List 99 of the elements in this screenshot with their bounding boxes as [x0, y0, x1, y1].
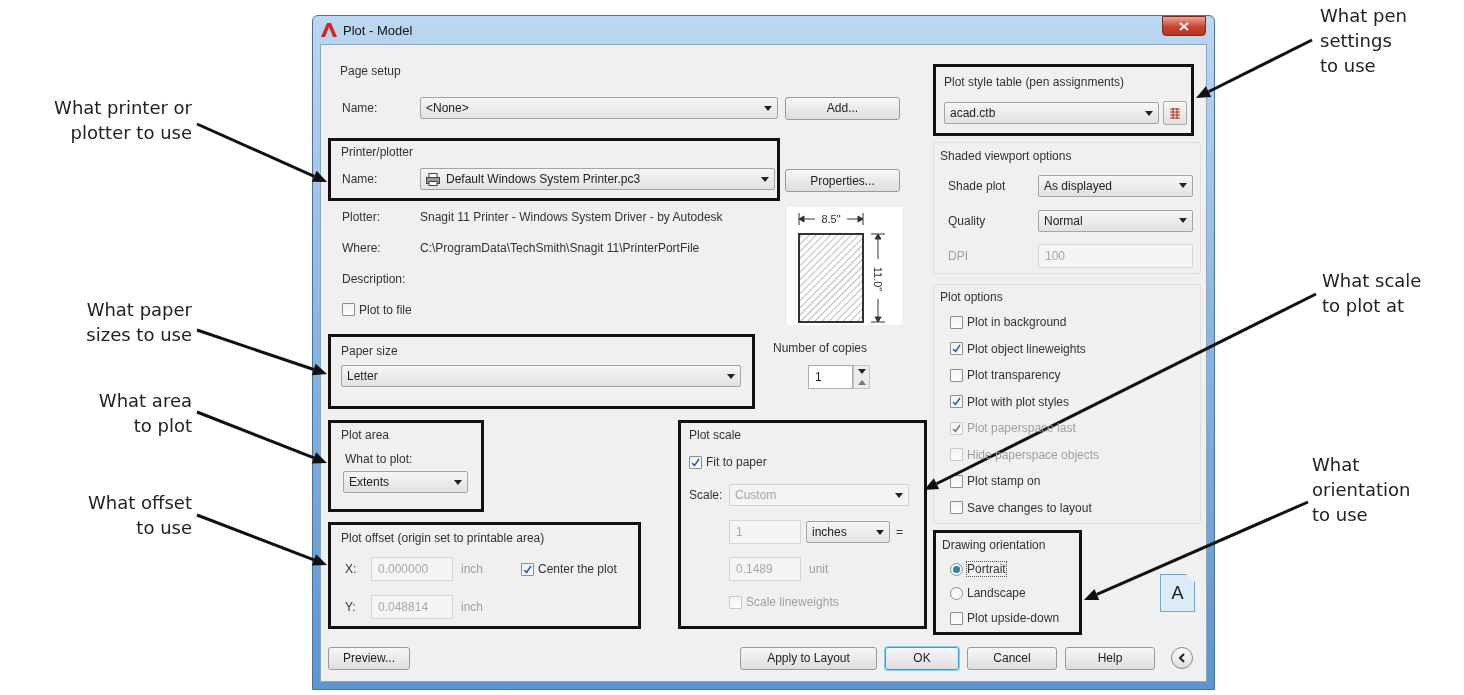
- close-button[interactable]: [1162, 16, 1206, 36]
- checkbox[interactable]: [342, 303, 355, 316]
- field-value: Snagit 11 Printer - Windows System Driver - by Autodesk: [420, 209, 723, 224]
- plot-area-select[interactable]: Extents: [343, 471, 468, 493]
- plot-style-select[interactable]: acad.ctb: [944, 102, 1159, 124]
- section-label: Printer/plotter: [340, 144, 415, 161]
- section-label: Shaded viewport options: [939, 147, 1073, 165]
- dialog-button[interactable]: Cancel: [967, 646, 1057, 670]
- caret-icon: [895, 492, 903, 498]
- caret-icon: [1179, 183, 1187, 188]
- preview-button[interactable]: Preview...: [328, 646, 410, 670]
- field-label: DPI: [948, 248, 969, 263]
- callout-text: What scale to plot at: [1322, 269, 1423, 318]
- caret-icon: [761, 176, 769, 182]
- section-label: Plot offset (origin set to printable area): [340, 529, 546, 547]
- checkbox-label: Plot object lineweights: [967, 341, 1086, 356]
- select-value: Default Windows System Printer.pc3: [446, 172, 641, 186]
- field-value: C:\ProgramData\TechSmith\Snagit 11\PrinterPortFile: [420, 240, 700, 255]
- paper-size-drawing: 8.5" 11.0": [787, 207, 902, 325]
- field-label: Where:: [342, 240, 382, 255]
- close-icon: [1179, 21, 1189, 31]
- radio-label: Landscape: [967, 586, 1026, 600]
- checkbox-label: Plot with plot styles: [967, 394, 1070, 409]
- table-icon: [1169, 106, 1181, 120]
- dialog-button[interactable]: OK: [885, 646, 959, 670]
- printer-select[interactable]: Default Windows System Printer.pc3: [420, 168, 775, 190]
- copies-field[interactable]: 1: [808, 365, 853, 389]
- radio-button[interactable]: [950, 562, 963, 576]
- checkbox-label: Plot to file: [359, 302, 412, 317]
- page-setup-select[interactable]: <None>: [420, 97, 778, 119]
- unit-label: inch: [460, 562, 484, 576]
- option-select[interactable]: Normal: [1038, 209, 1193, 232]
- caret-icon: [1179, 218, 1187, 223]
- checkbox[interactable]: [950, 342, 963, 356]
- checkbox[interactable]: [950, 368, 963, 382]
- printer-icon: [426, 172, 440, 186]
- option-select[interactable]: As displayed: [1038, 174, 1193, 197]
- section-label: Number of copies: [773, 340, 869, 357]
- checkbox-label: Plot stamp on: [967, 474, 1041, 489]
- field-label: Plotter:: [342, 209, 381, 224]
- field-label: Y:: [345, 600, 357, 614]
- caret-icon: [1145, 110, 1153, 116]
- caret-icon: [454, 479, 462, 485]
- unit-label: unit: [809, 562, 829, 576]
- field-label: Scale:: [689, 488, 724, 502]
- section-label: Plot scale: [688, 427, 743, 444]
- field-label: Shade plot: [948, 178, 1007, 193]
- radio-button[interactable]: [950, 586, 963, 600]
- section-label: Plot area: [340, 427, 391, 444]
- app-logo-icon: [321, 22, 337, 38]
- equals-sign: =: [896, 525, 903, 539]
- callout-text: What area to plot: [97, 389, 192, 438]
- callout-text: What orientation to use: [1312, 453, 1412, 527]
- checkbox[interactable]: [521, 562, 534, 576]
- checkbox-label: Plot in background: [967, 315, 1067, 330]
- checkbox-label: Hide paperspace objects: [967, 447, 1100, 462]
- checkbox[interactable]: [950, 315, 963, 329]
- field-label: Name:: [342, 101, 379, 115]
- field-label: Quality: [948, 213, 987, 228]
- edit-button[interactable]: [1163, 101, 1187, 125]
- add-button[interactable]: Add...: [785, 96, 900, 120]
- dialog-button[interactable]: Apply to Layout: [740, 646, 877, 670]
- caret-icon: [764, 105, 772, 111]
- window-title: Plot - Model: [343, 22, 414, 38]
- section-label: Plot style table (pen assignments): [943, 74, 1126, 91]
- checkbox-label: Fit to paper: [706, 455, 767, 469]
- section-label: Drawing orientation: [941, 537, 1047, 554]
- unit-label: inch: [460, 600, 483, 614]
- spin-button[interactable]: [853, 365, 870, 389]
- radio-label: Portrait: [967, 562, 1006, 576]
- orientation-icon: A: [1160, 574, 1195, 612]
- caret-icon: [876, 529, 884, 535]
- checkbox[interactable]: [950, 501, 963, 515]
- checkbox-label: Center the plot: [538, 562, 617, 576]
- section-label: Paper size: [340, 343, 399, 360]
- dialog-button[interactable]: Help: [1065, 646, 1155, 670]
- callout-text: What pen settings to use: [1320, 4, 1408, 78]
- chevron-left-icon: [1178, 653, 1186, 663]
- checkbox[interactable]: [950, 611, 963, 625]
- section-label: Plot options: [939, 289, 1004, 306]
- collapse-button[interactable]: [1171, 647, 1193, 669]
- checkbox[interactable]: [950, 395, 963, 409]
- field-label: Name:: [342, 172, 379, 186]
- field-label: What to plot:: [344, 451, 414, 468]
- paper-size-select[interactable]: Letter: [341, 365, 741, 387]
- checkbox-label: Scale lineweights: [746, 595, 839, 609]
- checkbox-label: Plot upside-down: [967, 611, 1060, 625]
- callout-text: What paper sizes to use: [85, 298, 192, 347]
- caret-icon: [727, 373, 735, 379]
- section-label: Page setup: [339, 63, 402, 80]
- field-label: X:: [345, 562, 358, 576]
- units-select[interactable]: inches: [806, 521, 890, 543]
- checkbox-label: Save changes to layout: [967, 500, 1092, 515]
- callout-text: What offset to use: [87, 491, 192, 540]
- properties-button[interactable]: Properties...: [785, 169, 900, 192]
- field-label: Description:: [342, 271, 407, 286]
- checkbox[interactable]: [689, 455, 702, 469]
- checkbox-label: Plot transparency: [967, 368, 1061, 383]
- callout-text: What printer or plotter to use: [53, 96, 192, 145]
